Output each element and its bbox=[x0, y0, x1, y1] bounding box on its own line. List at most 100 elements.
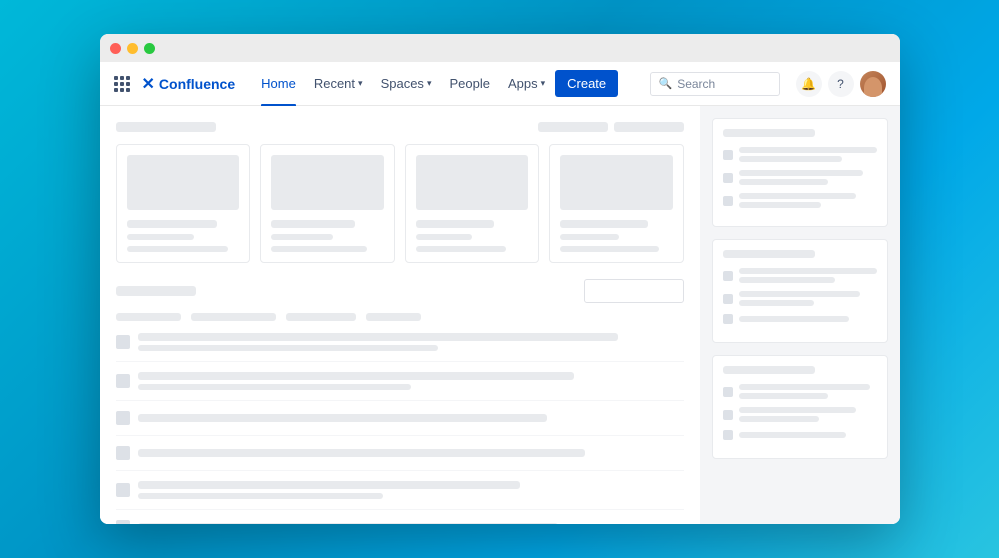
help-icon: ? bbox=[837, 77, 844, 91]
list-item-sub-skel bbox=[138, 345, 438, 351]
notification-button[interactable]: 🔔 bbox=[796, 71, 822, 97]
list-section bbox=[116, 279, 684, 524]
list-item[interactable] bbox=[116, 333, 684, 362]
chevron-down-icon: ▾ bbox=[358, 78, 363, 89]
cards-row bbox=[116, 144, 684, 263]
skel-line bbox=[739, 291, 860, 297]
title-bar bbox=[100, 34, 900, 62]
list-item-sub-skel bbox=[138, 384, 411, 390]
sidebar-card-3 bbox=[712, 355, 888, 459]
card3-sub-skel bbox=[416, 234, 472, 240]
avatar-face bbox=[864, 77, 882, 97]
sidebar-item[interactable] bbox=[723, 384, 877, 399]
list-item-content bbox=[138, 333, 684, 351]
list-item[interactable] bbox=[116, 481, 684, 510]
section1-title-skel bbox=[116, 122, 216, 132]
sidebar-item-icon bbox=[723, 150, 733, 160]
list-item-icon bbox=[116, 446, 130, 460]
card1-sub2-skel bbox=[127, 246, 228, 252]
skel-line bbox=[739, 193, 856, 199]
skel-action1 bbox=[538, 122, 608, 132]
sidebar-item-icon bbox=[723, 271, 733, 281]
list-item-title-skel bbox=[138, 333, 618, 341]
sidebar-card3-title-skel bbox=[723, 366, 815, 374]
search-box[interactable]: 🔍 Search bbox=[650, 72, 780, 96]
list-item[interactable] bbox=[116, 372, 684, 401]
close-dot[interactable] bbox=[110, 43, 121, 54]
sidebar-item[interactable] bbox=[723, 291, 877, 306]
maximize-dot[interactable] bbox=[144, 43, 155, 54]
nav-right-icons: 🔔 ? bbox=[796, 71, 886, 97]
sidebar-item[interactable] bbox=[723, 407, 877, 422]
list-item-content bbox=[138, 523, 684, 524]
sidebar bbox=[700, 106, 900, 524]
logo[interactable]: ✕ Confluence bbox=[142, 74, 236, 94]
navbar: ✕ Confluence Home Recent ▾ Spaces ▾ Peop… bbox=[100, 62, 900, 106]
sidebar-item-lines bbox=[739, 432, 877, 438]
nav-items: Home Recent ▾ Spaces ▾ People Apps ▾ Cre… bbox=[253, 62, 641, 106]
browser-window: ✕ Confluence Home Recent ▾ Spaces ▾ Peop… bbox=[100, 34, 900, 524]
sidebar-card2-title-skel bbox=[723, 250, 815, 258]
user-avatar[interactable] bbox=[860, 71, 886, 97]
help-button[interactable]: ? bbox=[828, 71, 854, 97]
sidebar-item-icon bbox=[723, 430, 733, 440]
list-item[interactable] bbox=[116, 411, 684, 436]
sidebar-item-lines bbox=[739, 316, 877, 322]
list-item-icon bbox=[116, 335, 130, 349]
card3-title-skel bbox=[416, 220, 495, 228]
minimize-dot[interactable] bbox=[127, 43, 138, 54]
card-2[interactable] bbox=[260, 144, 395, 263]
list-item-content bbox=[138, 372, 684, 390]
list-item-icon bbox=[116, 483, 130, 497]
nav-people[interactable]: People bbox=[441, 62, 497, 106]
list-item-content bbox=[138, 481, 684, 499]
sidebar-card-2 bbox=[712, 239, 888, 343]
list-item-sub-skel bbox=[138, 493, 384, 499]
bell-icon: 🔔 bbox=[801, 77, 816, 91]
list-item[interactable] bbox=[116, 520, 684, 524]
nav-spaces[interactable]: Spaces ▾ bbox=[373, 62, 440, 106]
nav-apps[interactable]: Apps ▾ bbox=[500, 62, 553, 106]
sidebar-item[interactable] bbox=[723, 268, 877, 283]
sidebar-item[interactable] bbox=[723, 314, 877, 324]
skel-line bbox=[739, 277, 836, 283]
logo-x: ✕ bbox=[142, 74, 155, 94]
list-item[interactable] bbox=[116, 446, 684, 471]
skel-line bbox=[739, 407, 856, 413]
filter-tab-1[interactable] bbox=[116, 313, 181, 321]
chevron-down-icon: ▾ bbox=[541, 78, 546, 89]
apps-grid-icon[interactable] bbox=[114, 76, 130, 92]
skel-action2 bbox=[614, 122, 684, 132]
card1-sub-skel bbox=[127, 234, 195, 240]
card3-img-skel bbox=[416, 155, 529, 210]
card-3[interactable] bbox=[405, 144, 540, 263]
chevron-down-icon: ▾ bbox=[427, 78, 432, 89]
create-button[interactable]: Create bbox=[555, 70, 618, 97]
card3-sub2-skel bbox=[416, 246, 506, 252]
filter-tab-4[interactable] bbox=[366, 313, 421, 321]
skel-line bbox=[739, 170, 863, 176]
nav-home[interactable]: Home bbox=[253, 62, 304, 106]
sidebar-item[interactable] bbox=[723, 430, 877, 440]
sidebar-item-icon bbox=[723, 173, 733, 183]
sidebar-item-lines bbox=[739, 147, 877, 162]
list-item-icon bbox=[116, 520, 130, 524]
sidebar-card-1 bbox=[712, 118, 888, 227]
filter-tab-2[interactable] bbox=[191, 313, 276, 321]
filter-tab-3[interactable] bbox=[286, 313, 356, 321]
sidebar-item[interactable] bbox=[723, 193, 877, 208]
card-4[interactable] bbox=[549, 144, 684, 263]
nav-recent[interactable]: Recent ▾ bbox=[306, 62, 371, 106]
sidebar-item[interactable] bbox=[723, 147, 877, 162]
skel-line bbox=[739, 316, 849, 322]
list-item-content bbox=[138, 449, 684, 457]
list-section-header bbox=[116, 279, 684, 303]
sidebar-item-lines bbox=[739, 407, 877, 422]
section-search-input[interactable] bbox=[584, 279, 684, 303]
sidebar-item-icon bbox=[723, 196, 733, 206]
skel-line bbox=[739, 156, 843, 162]
filter-tabs bbox=[116, 313, 684, 321]
card2-title-skel bbox=[271, 220, 355, 228]
sidebar-item[interactable] bbox=[723, 170, 877, 185]
card-1[interactable] bbox=[116, 144, 251, 263]
